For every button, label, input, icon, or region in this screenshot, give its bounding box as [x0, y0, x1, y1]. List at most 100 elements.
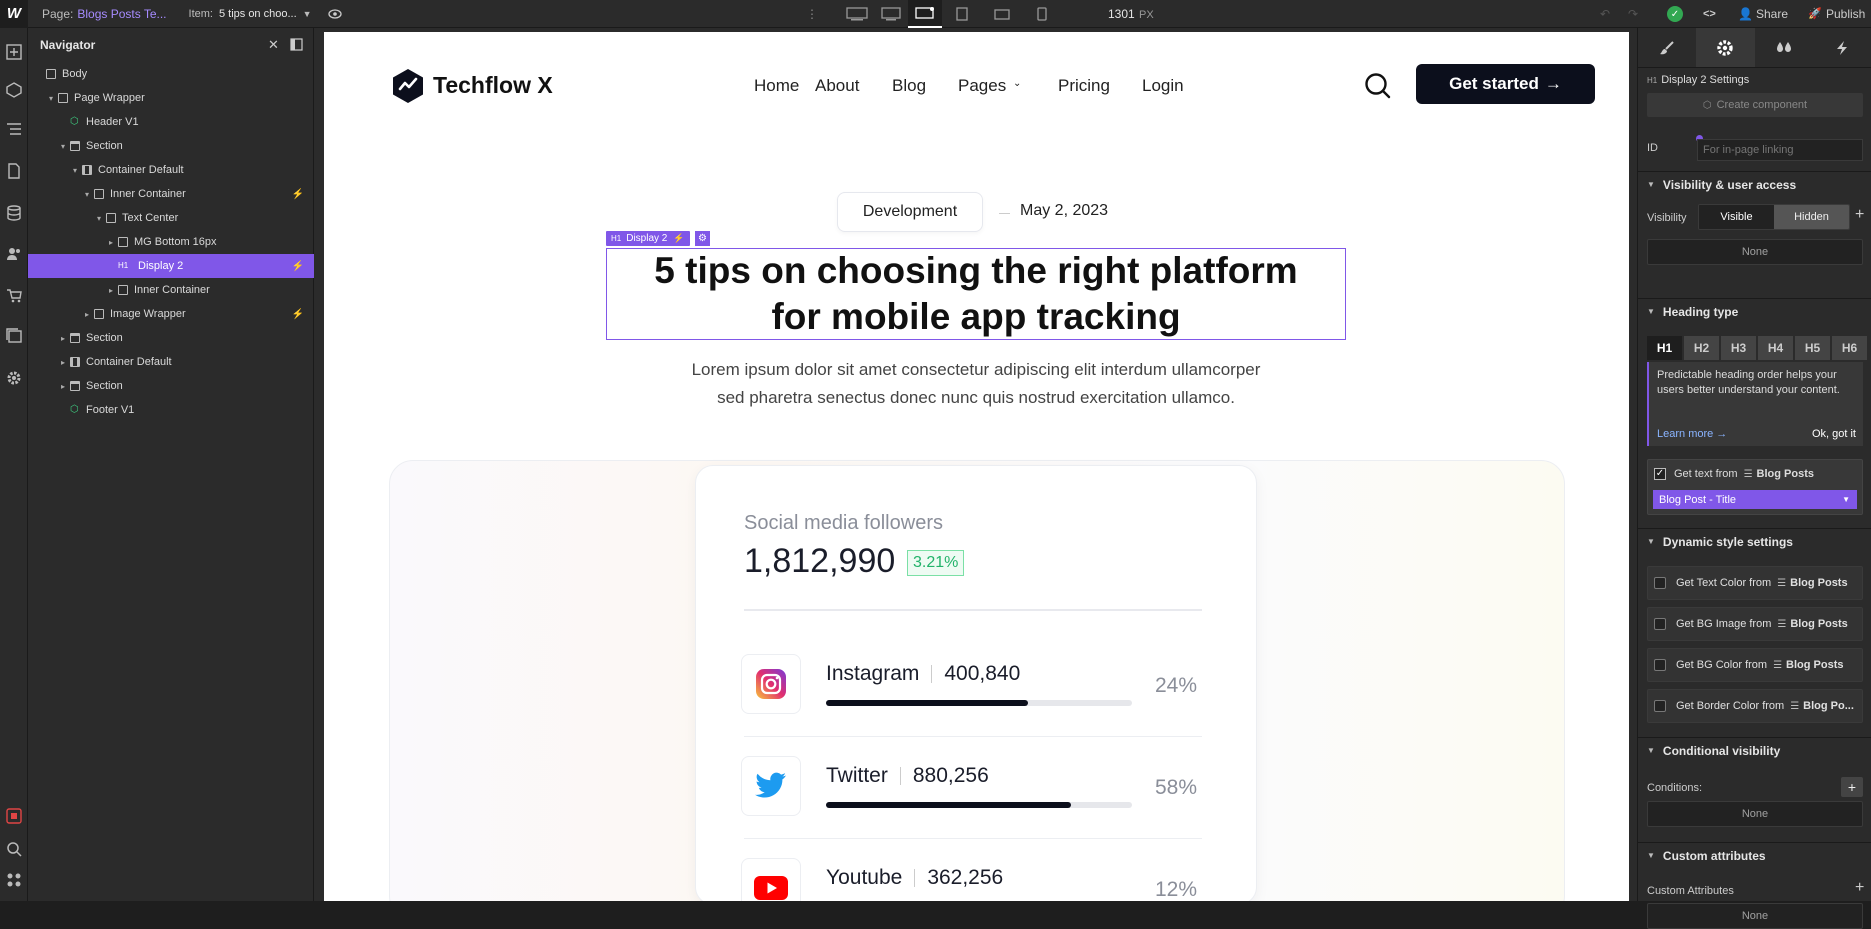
search-icon[interactable] [4, 839, 24, 859]
element-settings-gear-icon[interactable]: ⚙ [695, 231, 710, 246]
custom-attributes-section-header[interactable]: ▼ Custom attributes [1638, 842, 1871, 868]
get-started-button[interactable]: Get started → [1416, 64, 1595, 104]
get-text-checkbox[interactable]: ✓ [1654, 468, 1666, 480]
nav-about[interactable]: About [815, 76, 859, 96]
add-visibility-icon[interactable]: + [1855, 206, 1864, 224]
tree-item[interactable]: ▸ MG Bottom 16px [28, 230, 314, 254]
dynamic-style-row[interactable]: Get Border Color from ☰ Blog Po... [1647, 689, 1863, 723]
ok-got-it-button[interactable]: Ok, got it [1812, 428, 1856, 440]
dynamic-style-row[interactable]: Get BG Color from ☰ Blog Posts [1647, 648, 1863, 682]
conditional-visibility-section-header[interactable]: ▼ Conditional visibility [1638, 737, 1871, 763]
caret-right-icon[interactable]: ▸ [82, 309, 92, 319]
apps-icon[interactable] [4, 870, 24, 890]
learn-more-link[interactable]: Learn more → [1657, 428, 1727, 440]
navigator-icon[interactable] [4, 119, 24, 139]
caret-right-icon[interactable]: ▸ [58, 333, 68, 343]
heading-level-h6[interactable]: H6 [1832, 336, 1867, 360]
interactions-bolt-icon[interactable] [1813, 28, 1871, 67]
redo-icon[interactable]: ↷ [1628, 7, 1638, 21]
heading-level-h5[interactable]: H5 [1795, 336, 1830, 360]
tree-item[interactable]: ▸ Inner Container [28, 278, 314, 302]
webflow-logo[interactable]: W [0, 0, 28, 28]
tree-item[interactable]: ▾ Text Center [28, 206, 314, 230]
tree-item[interactable]: ▾ Page Wrapper [28, 86, 314, 110]
caret-right-icon[interactable]: ▸ [106, 237, 116, 247]
nav-login[interactable]: Login [1142, 76, 1184, 96]
record-icon[interactable] [4, 806, 24, 826]
nav-pages[interactable]: Pages [958, 76, 1006, 96]
assets-images-icon[interactable] [4, 326, 24, 346]
more-vertical-icon[interactable]: ⋮ [806, 7, 818, 21]
heading-level-h4[interactable]: H4 [1758, 336, 1793, 360]
caret-down-icon[interactable]: ▾ [58, 141, 68, 151]
category-badge[interactable]: Development [837, 192, 983, 232]
post-title-heading[interactable]: 5 tips on choosing the right platform fo… [606, 248, 1346, 340]
chevron-down-icon[interactable]: ▼ [303, 9, 312, 19]
visibility-section-header[interactable]: ▼ Visibility & user access [1638, 171, 1871, 197]
tree-item[interactable]: ▾ Container Default [28, 158, 314, 182]
nav-pricing[interactable]: Pricing [1058, 76, 1110, 96]
ecommerce-cart-icon[interactable] [4, 286, 24, 306]
id-input[interactable] [1697, 139, 1863, 161]
caret-right-icon[interactable]: ▸ [58, 357, 68, 367]
dynamic-style-checkbox[interactable] [1654, 618, 1666, 630]
cms-database-icon[interactable] [4, 203, 24, 223]
heading-level-h3[interactable]: H3 [1721, 336, 1756, 360]
dock-panel-icon[interactable] [290, 38, 303, 51]
nav-home[interactable]: Home [754, 76, 799, 96]
breakpoint-phone-icon[interactable] [1022, 0, 1062, 28]
dynamic-style-checkbox[interactable] [1654, 700, 1666, 712]
settings-gear-tab-icon[interactable] [1696, 28, 1755, 67]
heading-level-h2[interactable]: H2 [1684, 336, 1719, 360]
pages-icon[interactable] [4, 161, 24, 181]
canvas-width[interactable]: 1301 [1108, 7, 1135, 21]
caret-right-icon[interactable]: ▸ [106, 285, 116, 295]
site-search-icon[interactable] [1364, 72, 1392, 100]
canvas-scrollbar[interactable] [1629, 28, 1637, 901]
tree-item[interactable]: ⬡ Header V1 [28, 110, 314, 134]
share-button[interactable]: Share [1756, 7, 1788, 21]
settings-gear-icon[interactable] [4, 368, 24, 388]
dynamic-style-checkbox[interactable] [1654, 577, 1666, 589]
page-selector[interactable]: Blogs Posts Te... [77, 7, 166, 21]
caret-down-icon[interactable]: ▾ [82, 189, 92, 199]
heading-type-section-header[interactable]: ▼ Heading type [1638, 298, 1871, 324]
status-check-icon[interactable]: ✓ [1667, 6, 1683, 22]
hidden-option[interactable]: Hidden [1774, 205, 1849, 229]
caret-down-icon[interactable]: ▾ [94, 213, 104, 223]
nav-blog[interactable]: Blog [892, 76, 926, 96]
tree-item[interactable]: ▸ Section [28, 326, 314, 350]
add-panel-icon[interactable] [4, 42, 24, 62]
caret-down-icon[interactable]: ▾ [46, 93, 56, 103]
dynamic-style-section-header[interactable]: ▼ Dynamic style settings [1638, 528, 1871, 554]
field-select[interactable]: Blog Post - Title ▼ [1653, 490, 1857, 509]
close-icon[interactable]: ✕ [268, 37, 279, 53]
add-attribute-icon[interactable]: + [1855, 879, 1864, 897]
style-manager-drops-icon[interactable] [1755, 28, 1813, 67]
preview-eye-icon[interactable] [327, 7, 342, 21]
brand-logo-icon[interactable] [389, 67, 427, 105]
selection-tag[interactable]: H1 Display 2 ⚡ [606, 231, 690, 246]
tree-item[interactable]: ▸ Section [28, 374, 314, 398]
get-text-row[interactable]: ✓ Get text from ☰ Blog Posts [1654, 468, 1814, 480]
breakpoint-large-icon[interactable] [840, 0, 874, 28]
brand-name[interactable]: Techflow X [433, 72, 553, 99]
components-icon[interactable] [4, 80, 24, 100]
item-selector[interactable]: 5 tips on choo... [219, 8, 297, 20]
caret-right-icon[interactable]: ▸ [58, 381, 68, 391]
breakpoint-medium-icon[interactable] [874, 0, 908, 28]
dynamic-style-row[interactable]: Get BG Image from ☰ Blog Posts [1647, 607, 1863, 641]
tree-item[interactable]: ⬡ Footer V1 [28, 398, 314, 422]
tree-item[interactable]: ▾ Inner Container ⚡ [28, 182, 314, 206]
breakpoint-desktop-icon[interactable] [908, 0, 942, 28]
code-icon[interactable]: <> [1703, 8, 1716, 20]
visible-option[interactable]: Visible [1699, 205, 1774, 229]
tree-item[interactable]: ▾ Section [28, 134, 314, 158]
breakpoint-tablet-icon[interactable] [942, 0, 982, 28]
dynamic-style-row[interactable]: Get Text Color from ☰ Blog Posts [1647, 566, 1863, 600]
undo-icon[interactable]: ↶ [1600, 7, 1610, 21]
users-icon[interactable] [4, 244, 24, 264]
tree-item[interactable]: Body [28, 62, 314, 86]
heading-level-h1[interactable]: H1 [1647, 336, 1682, 360]
dynamic-style-checkbox[interactable] [1654, 659, 1666, 671]
